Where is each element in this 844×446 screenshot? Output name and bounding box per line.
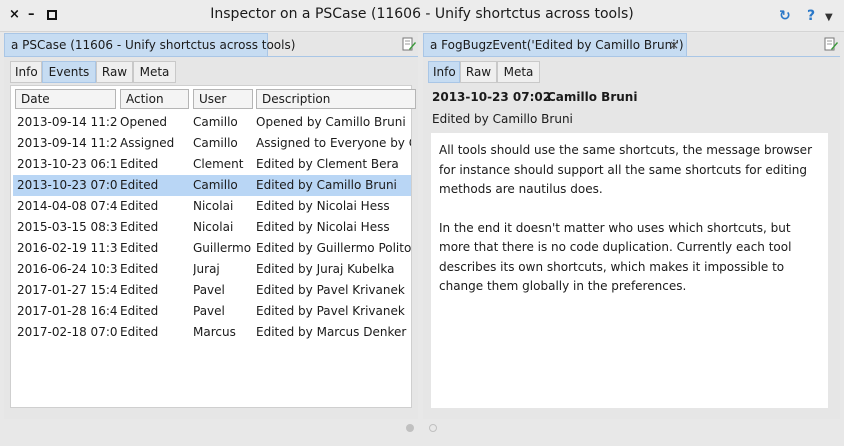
column-header-date[interactable]: Date xyxy=(15,89,116,109)
cell-user: Pavel xyxy=(193,304,225,318)
table-row[interactable]: 2013-10-23 06:16 Edited Clement Edited by C… xyxy=(13,154,411,175)
table-row[interactable]: 2017-01-27 15:41 Edited Pavel Edited by Pav… xyxy=(13,280,411,301)
body-paragraph: All tools should use the same shortcuts,… xyxy=(439,143,812,196)
event-title: Edited by Camillo Bruni xyxy=(432,112,573,126)
cell-user: Pavel xyxy=(193,283,225,297)
cell-description: Edited by Nicolai Hess xyxy=(256,199,390,213)
body-paragraph: In the end it doesn't matter who uses wh… xyxy=(439,220,792,294)
cell-date: 2016-06-24 10:33 xyxy=(17,262,117,276)
column-header-description[interactable]: Description xyxy=(256,89,416,109)
table-row[interactable]: 2017-01-28 16:48 Edited Pavel Edited by Pav… xyxy=(13,301,411,322)
cell-user: Clement xyxy=(193,157,244,171)
cell-action: Edited xyxy=(120,241,159,255)
cell-action: Assigned xyxy=(120,136,175,150)
close-tab-icon[interactable]: × xyxy=(669,34,679,56)
cell-date: 2013-10-23 06:16 xyxy=(17,157,117,171)
cell-date: 2014-04-08 07:46 xyxy=(17,199,117,213)
cell-description: Edited by Nicolai Hess xyxy=(256,220,390,234)
table-row[interactable]: 2016-02-19 11:31 Edited Guillermo Edited by… xyxy=(13,238,411,259)
cell-description: Edited by Marcus Denker xyxy=(256,325,407,339)
cell-user: Camillo xyxy=(193,115,238,129)
cell-user: Nicolai xyxy=(193,220,234,234)
cell-action: Edited xyxy=(120,304,159,318)
window-title: Inspector on a PSCase (11606 - Unify sho… xyxy=(210,6,634,22)
cell-date: 2013-10-23 07:02 xyxy=(17,178,117,192)
cell-date: 2017-01-28 16:48 xyxy=(17,304,117,318)
right-pane-tab-label: a FogBugzEvent('Edited by Camillo Bruni'… xyxy=(430,38,684,52)
cell-action: Opened xyxy=(120,115,168,129)
divider xyxy=(423,56,840,57)
edit-document-icon[interactable] xyxy=(402,36,416,52)
table-row[interactable]: 2013-10-23 07:02 Edited Camillo Edited by C… xyxy=(13,175,411,196)
left-pane-tab[interactable]: a PSCase (11606 - Unify shortctus across… xyxy=(4,33,295,56)
cell-description: Edited by Clement Bera xyxy=(256,157,399,171)
cell-description: Assigned to Everyone by Camillo Bruni xyxy=(256,136,411,150)
cell-action: Edited xyxy=(120,220,159,234)
cell-user: Guillermo xyxy=(193,241,252,255)
left-inspector-pane: a PSCase (11606 - Unify shortctus across… xyxy=(4,33,418,419)
tab-raw[interactable]: Raw xyxy=(96,61,133,83)
cell-user: Marcus xyxy=(193,325,236,339)
events-table: Date Action User Description 2013-09-14 … xyxy=(10,85,416,408)
left-pane-tab-label: a PSCase (11606 - Unify shortctus across… xyxy=(11,38,296,52)
cell-date: 2017-01-27 15:41 xyxy=(17,283,117,297)
cell-user: Camillo xyxy=(193,178,238,192)
tab-info[interactable]: Info xyxy=(428,61,460,83)
cell-user: Juraj xyxy=(193,262,220,276)
cell-action: Edited xyxy=(120,262,159,276)
cell-action: Edited xyxy=(120,325,159,339)
table-row[interactable]: 2013-09-14 11:21 Opened Camillo Opened by C… xyxy=(13,112,411,133)
cell-action: Edited xyxy=(120,199,159,213)
cell-action: Edited xyxy=(120,283,159,297)
cell-date: 2016-02-19 11:31 xyxy=(17,241,117,255)
cell-date: 2015-03-15 08:35 xyxy=(17,220,117,234)
cell-description: Edited by Camillo Bruni xyxy=(256,178,397,192)
page-dot[interactable] xyxy=(429,424,437,432)
column-header-user[interactable]: User xyxy=(193,89,253,109)
page-dot-active[interactable] xyxy=(406,424,414,432)
tab-meta[interactable]: Meta xyxy=(133,61,176,83)
edit-document-icon[interactable] xyxy=(824,36,838,52)
cell-date: 2017-02-18 07:06 xyxy=(17,325,117,339)
tab-raw[interactable]: Raw xyxy=(460,61,497,83)
tab-events[interactable]: Events xyxy=(42,61,96,83)
title-bar: × – Inspector on a PSCase (11606 - Unify… xyxy=(0,0,844,32)
table-row[interactable]: 2016-06-24 10:33 Edited Juraj Edited by Jur… xyxy=(13,259,411,280)
cell-action: Edited xyxy=(120,157,159,171)
tab-info[interactable]: Info xyxy=(10,61,42,83)
cell-action: Edited xyxy=(120,178,159,192)
cell-description: Edited by Juraj Kubelka xyxy=(256,262,395,276)
cell-user: Nicolai xyxy=(193,199,234,213)
right-pane-tab[interactable]: a FogBugzEvent('Edited by Camillo Bruni'… xyxy=(423,33,687,56)
table-row[interactable]: 2013-09-14 11:21 Assigned Camillo Assigned … xyxy=(13,133,411,154)
refresh-icon[interactable]: ↻ xyxy=(779,7,791,25)
event-body-text[interactable]: All tools should use the same shortcuts,… xyxy=(431,133,828,408)
cell-description: Edited by Guillermo Polito xyxy=(256,241,411,255)
tab-meta[interactable]: Meta xyxy=(497,61,540,83)
event-user: Camillo Bruni xyxy=(547,90,638,104)
cell-date: 2013-09-14 11:21 xyxy=(17,136,117,150)
cell-description: Edited by Pavel Krivanek xyxy=(256,304,405,318)
cell-description: Opened by Camillo Bruni xyxy=(256,115,406,129)
cell-description: Edited by Pavel Krivanek xyxy=(256,283,405,297)
page-indicator xyxy=(0,424,844,436)
column-header-action[interactable]: Action xyxy=(120,89,189,109)
window-menu-icon[interactable]: ▼ xyxy=(825,9,833,27)
table-row[interactable]: 2017-02-18 07:06 Edited Marcus Edited by Ma… xyxy=(13,322,411,343)
help-icon[interactable]: ? xyxy=(807,7,815,25)
cell-user: Camillo xyxy=(193,136,238,150)
table-row[interactable]: 2014-04-08 07:46 Edited Nicolai Edited by N… xyxy=(13,196,411,217)
table-row[interactable]: 2015-03-15 08:35 Edited Nicolai Edited by N… xyxy=(13,217,411,238)
event-date: 2013-10-23 07:02 xyxy=(432,90,552,104)
right-inspector-pane: a FogBugzEvent('Edited by Camillo Bruni'… xyxy=(423,33,840,419)
divider xyxy=(4,56,418,57)
cell-date: 2013-09-14 11:21 xyxy=(17,115,117,129)
